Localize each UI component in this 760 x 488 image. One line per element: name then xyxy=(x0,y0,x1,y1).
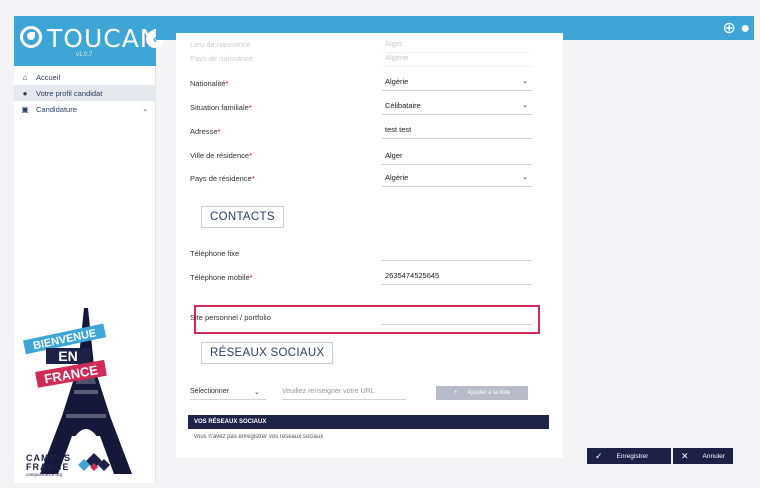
sidebar-item-profil[interactable]: ● Votre profil candidat xyxy=(14,85,156,101)
social-url-input[interactable]: Veuillez renseigner votre URL xyxy=(282,388,406,400)
campus-france-logo: CAMPUS FRANCE campusfrance.org xyxy=(24,451,154,481)
chevron-down-icon: ⌄ xyxy=(522,102,528,109)
globe-language-icon[interactable]: ⊕ xyxy=(722,20,735,37)
social-networks-empty-message: vous n'avez pas enregistrer vos reseaux … xyxy=(194,434,324,440)
form-row-faded: Pays de naissance Algérie xyxy=(176,49,563,73)
chevron-down-icon: ⌄ xyxy=(522,78,528,85)
save-button[interactable]: ✓ Enregistrer xyxy=(587,448,671,464)
marital-status-row: Situation familiale* Célibataire ⌄ xyxy=(176,101,563,125)
france-logo-text: FRANCE xyxy=(26,462,70,472)
city-label: Ville de résidence* xyxy=(190,151,252,160)
add-social-button[interactable]: + Ajouter à la liste xyxy=(436,386,528,400)
toucan-logo-icon xyxy=(20,26,42,48)
address-label: Adresse* xyxy=(190,127,221,136)
phone-mobile-input[interactable]: 2635474525645 xyxy=(382,271,532,285)
header-actions: ⊕ ● xyxy=(722,18,750,38)
contacts-section-title: CONTACTS xyxy=(201,206,284,228)
app-name: TOUCAN xyxy=(47,24,160,53)
campus-url: campusfrance.org xyxy=(26,472,63,477)
sidebar-item-label: Candidature xyxy=(36,104,77,114)
chevron-down-icon: ⌄ xyxy=(142,106,148,113)
nationality-row: Nationalité* Algérie ⌄ xyxy=(176,77,563,101)
diamond-logo-icon xyxy=(78,453,110,471)
check-icon: ✓ xyxy=(595,450,603,461)
city-row: Ville de résidence* Alger xyxy=(176,149,563,173)
sidebar-item-label: Votre profil candidat xyxy=(36,88,103,98)
phone-fixed-row: Téléphone fixe xyxy=(176,247,563,271)
home-icon: ⌂ xyxy=(22,72,28,82)
sidebar-item-label: Accueil xyxy=(36,72,61,82)
marital-status-select[interactable]: Célibataire ⌄ xyxy=(382,101,532,115)
country-select[interactable]: Algérie ⌄ xyxy=(382,173,532,187)
sidebar-item-candidature[interactable]: ▣ Candidature ⌄ xyxy=(14,101,156,117)
address-row: Adresse* test test xyxy=(176,125,563,149)
profile-form: Lieu de naissance Alger Pays de naissanc… xyxy=(176,33,563,458)
field-label: Lieu de naissance xyxy=(190,40,251,49)
phone-fixed-label: Téléphone fixe xyxy=(190,249,240,258)
chevron-down-icon: ⌄ xyxy=(522,174,528,181)
nationality-select[interactable]: Algérie ⌄ xyxy=(382,77,532,91)
phone-mobile-row: Téléphone mobile* 2635474525645 xyxy=(176,271,563,295)
nationality-label: Nationalité* xyxy=(190,79,229,88)
user-icon: ● xyxy=(22,88,28,98)
country-row: Pays de résidence* Algérie ⌄ xyxy=(176,173,563,197)
social-network-select[interactable]: Sélectionner ⌄ xyxy=(190,388,266,400)
website-row: Site personnel / portfolio xyxy=(176,311,563,335)
en-text: EN xyxy=(58,348,77,364)
sidebar-nav: ⌂ Accueil ● Votre profil candidat ▣ Cand… xyxy=(14,69,156,117)
sidebar-item-accueil[interactable]: ⌂ Accueil xyxy=(14,69,156,85)
website-input[interactable] xyxy=(382,311,532,325)
address-input[interactable]: test test xyxy=(382,125,532,139)
marital-status-label: Situation familiale* xyxy=(190,103,252,112)
phone-mobile-label: Téléphone mobile* xyxy=(190,273,253,282)
field-label: Pays de naissance xyxy=(190,54,253,63)
welcome-banner: BIENVENUE EN FRANCE CAMPUS FRANCE campus… xyxy=(14,306,156,483)
city-input[interactable]: Alger xyxy=(382,151,532,165)
phone-fixed-input[interactable] xyxy=(382,247,532,261)
social-section-title: RÉSEAUX SOCIAUX xyxy=(201,342,334,364)
user-account-icon[interactable]: ● xyxy=(740,20,750,37)
brand-header: TOUCAN v1.0.7 ‹ xyxy=(14,16,164,66)
close-icon: ✕ xyxy=(681,450,689,461)
social-networks-header: VOS RÉSEAUX SOCIAUX xyxy=(188,415,549,429)
field-value: Algérie xyxy=(382,53,532,67)
plus-icon: + xyxy=(453,390,458,396)
app-frame: TOUCAN v1.0.7 ‹ ⌂ Accueil ● Votre profil… xyxy=(14,16,754,483)
app-version: v1.0.7 xyxy=(76,52,93,58)
social-add-row: Sélectionner ⌄ Veuillez renseigner votre … xyxy=(190,386,550,404)
sidebar: TOUCAN v1.0.7 ‹ ⌂ Accueil ● Votre profil… xyxy=(14,16,164,483)
cancel-button[interactable]: ✕ Annuler xyxy=(673,448,733,464)
folder-icon: ▣ xyxy=(21,104,29,114)
website-label: Site personnel / portfolio xyxy=(190,313,271,322)
country-label: Pays de résidence* xyxy=(190,174,255,183)
chevron-down-icon: ⌄ xyxy=(254,389,260,396)
